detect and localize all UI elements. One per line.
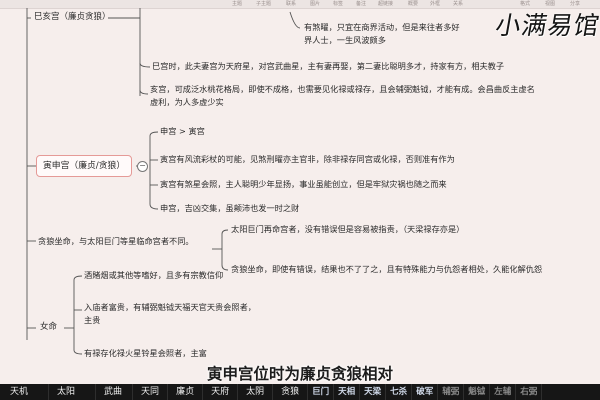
branch-yin-shen-selected[interactable]: 寅申宫（廉贞/贪狼）: [36, 155, 133, 177]
star-taiyang: 太阳: [49, 384, 97, 400]
connector-si-detail: [289, 11, 301, 29]
connector-si-palace: [139, 62, 151, 68]
menu-summary[interactable]: 概要: [408, 0, 418, 8]
menu-hyperlink[interactable]: 超链接: [378, 0, 393, 8]
yin-item-3[interactable]: 寅宫有煞星会照，主人聪明少年显扬，事业虽能创立，但是牢狱灾祸也随之而来: [160, 178, 447, 191]
star-bar: 天机 太阳 武曲 天同 廉贞 天府 太阴 贪狼 巨门 天相 天梁 七杀 破军 辅…: [0, 384, 600, 400]
branch-si-hai[interactable]: 巳亥宫（廉贞贪狼）: [34, 11, 111, 24]
brand-watermark: 小满易馆: [493, 11, 600, 40]
hai-palace-line-1[interactable]: 亥宫，可成泛水桃花格局，即使不成格，也需要见化禄或禄存，且会辅弼魁钺，才能有成。…: [150, 83, 535, 96]
menu-image[interactable]: 图片: [310, 0, 320, 8]
tanlang-item-1[interactable]: 太阳巨门再命宫者，没有错误但是容易被指责，（天梁禄存亦是）: [231, 223, 464, 236]
female-item-2-line-1[interactable]: 入庙者富贵，有辅弼魁钺天福天官天贵会照者，: [84, 301, 256, 314]
menu-subtopic[interactable]: 子主题: [256, 0, 271, 8]
star-fubi: 辅弼: [438, 384, 465, 400]
star-taiyin: 太阴: [238, 384, 274, 400]
connector-female-3: [73, 349, 83, 355]
star-tianji: 天机: [0, 384, 50, 400]
connector-yin-1: [149, 131, 159, 137]
star-kuiyue: 魁钺: [464, 384, 491, 400]
collapse-toggle-icon[interactable]: −: [137, 161, 148, 172]
star-lianzhen: 廉贞: [168, 384, 204, 400]
star-tanlang: 贪狼: [273, 384, 309, 400]
star-tiantong: 天同: [133, 384, 169, 400]
menu-boundary[interactable]: 外框: [430, 0, 440, 8]
video-subtitle: 寅申宫位时为廉贞贪狼相对: [206, 365, 393, 383]
menu-tag[interactable]: 标签: [333, 0, 343, 8]
connector-female-1: [73, 275, 83, 281]
star-jumen: 巨门: [308, 384, 335, 400]
star-tianxiang: 天相: [334, 384, 361, 400]
menu-note[interactable]: 备注: [356, 0, 366, 8]
branch-female[interactable]: 女命: [40, 321, 57, 334]
connector-hai-palace: [139, 89, 149, 95]
star-qisha: 七杀: [386, 384, 413, 400]
si-detail-line-1[interactable]: 有煞曜，只宜在商界活动，但是来往者多好: [304, 21, 460, 34]
yin-item-2[interactable]: 寅宫有风流彩杖的可能，见煞刑曜亦主官非，除非禄存同宫或化禄，否则准有作为: [160, 153, 455, 166]
yin-item-4[interactable]: 申宫，吉凶交集，虽颠沛也发一时之财: [160, 202, 299, 215]
branch-tanlang[interactable]: 贪狼坐命，与太阳巨门等星临命宫者不同。: [38, 235, 194, 248]
star-zuofu: 左辅: [490, 384, 517, 400]
star-wuqu: 武曲: [96, 384, 134, 400]
female-item-3[interactable]: 有禄存化禄火星铃星会照者，主富: [84, 347, 207, 360]
star-tianliang: 天梁: [360, 384, 387, 400]
star-tianfu: 天府: [203, 384, 239, 400]
connector-yin-4: [149, 203, 159, 210]
tanlang-item-2[interactable]: 贪狼坐命，即使有错误，结果也不了了之，且有特殊能力与仇怨者相处，久能化解仇怨: [231, 263, 542, 276]
si-palace-node[interactable]: 巳宫时，此夫妻宫为天府星，对宫武曲星，主有妻再娶，第二妻比聪明多才，持家有方，相…: [152, 60, 504, 73]
mindmap-canvas[interactable]: 巳亥宫（廉贞贪狼） 有煞曜，只宜在商界活动，但是来往者多好 界人士，一生风波颇多…: [0, 8, 600, 360]
star-pojun: 破军: [412, 384, 439, 400]
star-youbi: 右弼: [516, 384, 543, 400]
si-detail-line-2[interactable]: 界人士，一生风波颇多: [304, 34, 386, 47]
yin-item-1[interactable]: 申宫 > 寅宫: [160, 125, 205, 138]
menu-relationship[interactable]: 关系: [453, 0, 463, 8]
female-item-2-line-2[interactable]: 主贵: [84, 314, 100, 327]
menu-topic[interactable]: 主题: [232, 0, 242, 8]
menu-link[interactable]: 联系: [286, 0, 296, 8]
hai-palace-line-2[interactable]: 虚利，为人多虚少实: [150, 96, 224, 109]
connector-tanlang-1: [221, 229, 229, 235]
female-item-1[interactable]: 酒賭烟或其他等嗜好，且多有宗教信仰: [84, 269, 223, 282]
